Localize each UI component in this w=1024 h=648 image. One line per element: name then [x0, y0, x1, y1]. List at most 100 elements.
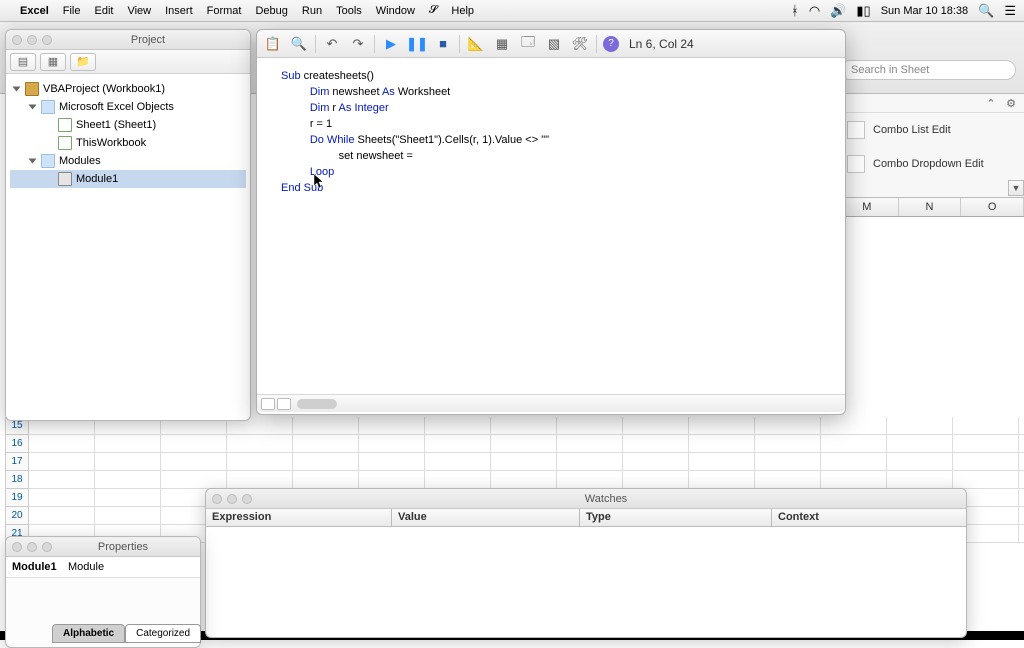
project-title: Project — [52, 34, 244, 46]
tree-label: Modules — [59, 155, 101, 167]
menu-file[interactable]: File — [63, 5, 81, 17]
menu-run[interactable]: Run — [302, 5, 322, 17]
watches-titlebar[interactable]: Watches — [206, 489, 966, 509]
run-button[interactable]: ▶ — [381, 34, 401, 54]
project-explorer-window: Project ▤ ▦ 📁 VBAProject (Workbook1) Mic… — [5, 29, 251, 421]
object-type: Module — [68, 561, 104, 573]
menu-tools[interactable]: Tools — [336, 5, 362, 17]
full-module-view-button[interactable] — [277, 398, 291, 410]
tree-label: ThisWorkbook — [76, 137, 146, 149]
row-header[interactable]: 18 — [5, 471, 29, 489]
col-context[interactable]: Context — [772, 509, 966, 526]
scripts-menu-icon[interactable]: 𝓢 — [429, 4, 438, 17]
minimize-icon[interactable] — [227, 494, 237, 504]
menu-debug[interactable]: Debug — [255, 5, 287, 17]
bluetooth-icon[interactable]: ᚼ — [791, 3, 799, 18]
properties-button[interactable]: 🗔 — [518, 34, 538, 54]
menu-window[interactable]: Window — [376, 5, 415, 17]
zoom-icon[interactable] — [242, 494, 252, 504]
find-button[interactable]: 🔍 — [289, 34, 309, 54]
minimize-icon[interactable] — [27, 542, 37, 552]
menu-help[interactable]: Help — [451, 5, 474, 17]
combo-dropdown-icon — [847, 155, 865, 173]
disclosure-icon[interactable] — [29, 159, 37, 164]
close-icon[interactable] — [212, 494, 222, 504]
notification-center-icon[interactable]: ☰ — [1004, 3, 1016, 19]
zoom-icon[interactable] — [42, 542, 52, 552]
object-browser-button[interactable]: ▧ — [544, 34, 564, 54]
properties-titlebar[interactable]: Properties — [6, 537, 200, 557]
tree-label: Sheet1 (Sheet1) — [76, 119, 156, 131]
menu-insert[interactable]: Insert — [165, 5, 193, 17]
tab-alphabetic[interactable]: Alphabetic — [52, 624, 125, 643]
row-header[interactable]: 19 — [5, 489, 29, 507]
redo-button[interactable]: ↷ — [348, 34, 368, 54]
zoom-icon[interactable] — [42, 35, 52, 45]
paste-button[interactable]: 📋 — [263, 34, 283, 54]
panel-gear-icon[interactable]: ⚙ — [1004, 96, 1018, 110]
search-sheet-input[interactable]: Search in Sheet — [840, 60, 1016, 80]
sheet-icon — [58, 118, 72, 132]
stop-button[interactable]: ■ — [433, 34, 453, 54]
volume-icon[interactable]: 🔊 — [830, 3, 846, 19]
tab-categorized[interactable]: Categorized — [125, 624, 201, 643]
col-type[interactable]: Type — [580, 509, 772, 526]
panel-collapse-icon[interactable]: ⌃ — [984, 96, 998, 110]
combo-list-edit-button[interactable]: Combo List Edit — [837, 113, 1024, 147]
tree-label: Module1 — [76, 173, 118, 185]
col-header-n[interactable]: N — [899, 198, 962, 216]
menu-edit[interactable]: Edit — [94, 5, 113, 17]
procedure-view-button[interactable] — [261, 398, 275, 410]
tree-excel-objects[interactable]: Microsoft Excel Objects — [10, 98, 246, 116]
separator — [459, 35, 460, 53]
clock[interactable]: Sun Mar 10 18:38 — [881, 5, 968, 17]
object-name: Module1 — [12, 561, 68, 573]
row-header[interactable]: 17 — [5, 453, 29, 471]
tree-modules[interactable]: Modules — [10, 152, 246, 170]
disclosure-icon[interactable] — [29, 105, 37, 110]
tree-thisworkbook[interactable]: ThisWorkbook — [10, 134, 246, 152]
project-titlebar[interactable]: Project — [6, 30, 250, 50]
project-toolbar: ▤ ▦ 📁 — [6, 50, 250, 74]
properties-object-selector[interactable]: Module1 Module — [6, 557, 200, 578]
row-header[interactable]: 20 — [5, 507, 29, 525]
tree-module1[interactable]: Module1 — [10, 170, 246, 188]
toggle-folders-button[interactable]: 📁 — [70, 53, 96, 71]
menu-view[interactable]: View — [127, 5, 151, 17]
code-toolbar: 📋 🔍 ↶ ↷ ▶ ❚❚ ■ 📐 ▦ 🗔 ▧ 🛠 ? Ln 6, Col 24 — [257, 30, 845, 58]
wifi-icon[interactable]: ◠ — [809, 3, 820, 19]
tree-project-root[interactable]: VBAProject (Workbook1) — [10, 80, 246, 98]
code-text-area[interactable]: Sub createsheets() Dim newsheet As Works… — [257, 58, 845, 394]
pause-button[interactable]: ❚❚ — [407, 34, 427, 54]
design-mode-button[interactable]: 📐 — [466, 34, 486, 54]
separator — [596, 35, 597, 53]
view-object-button[interactable]: ▦ — [40, 53, 66, 71]
workbook-icon — [58, 136, 72, 150]
view-code-button[interactable]: ▤ — [10, 53, 36, 71]
minimize-icon[interactable] — [27, 35, 37, 45]
spotlight-icon[interactable]: 🔍 — [978, 3, 994, 19]
close-icon[interactable] — [12, 542, 22, 552]
combo-dropdown-label: Combo Dropdown Edit — [873, 158, 984, 170]
help-button[interactable]: ? — [603, 36, 619, 52]
close-icon[interactable] — [12, 35, 22, 45]
project-icon — [25, 82, 39, 96]
menu-format[interactable]: Format — [207, 5, 242, 17]
undo-button[interactable]: ↶ — [322, 34, 342, 54]
col-value[interactable]: Value — [392, 509, 580, 526]
col-expression[interactable]: Expression — [206, 509, 392, 526]
app-name[interactable]: Excel — [20, 5, 49, 17]
combo-dropdown-edit-button[interactable]: Combo Dropdown Edit — [837, 147, 1024, 181]
panel-scroll-down-icon[interactable]: ▼ — [1008, 180, 1024, 196]
toolbox-button[interactable]: 🛠 — [570, 34, 590, 54]
tree-sheet1[interactable]: Sheet1 (Sheet1) — [10, 116, 246, 134]
col-header-o[interactable]: O — [961, 198, 1024, 216]
battery-icon[interactable]: ▮▯ — [856, 3, 870, 19]
tree-label: Microsoft Excel Objects — [59, 101, 174, 113]
separator — [374, 35, 375, 53]
disclosure-icon[interactable] — [13, 87, 21, 92]
horizontal-scrollbar[interactable] — [297, 399, 337, 409]
menubar: Excel File Edit View Insert Format Debug… — [0, 0, 1024, 22]
row-header[interactable]: 16 — [5, 435, 29, 453]
project-explorer-button[interactable]: ▦ — [492, 34, 512, 54]
